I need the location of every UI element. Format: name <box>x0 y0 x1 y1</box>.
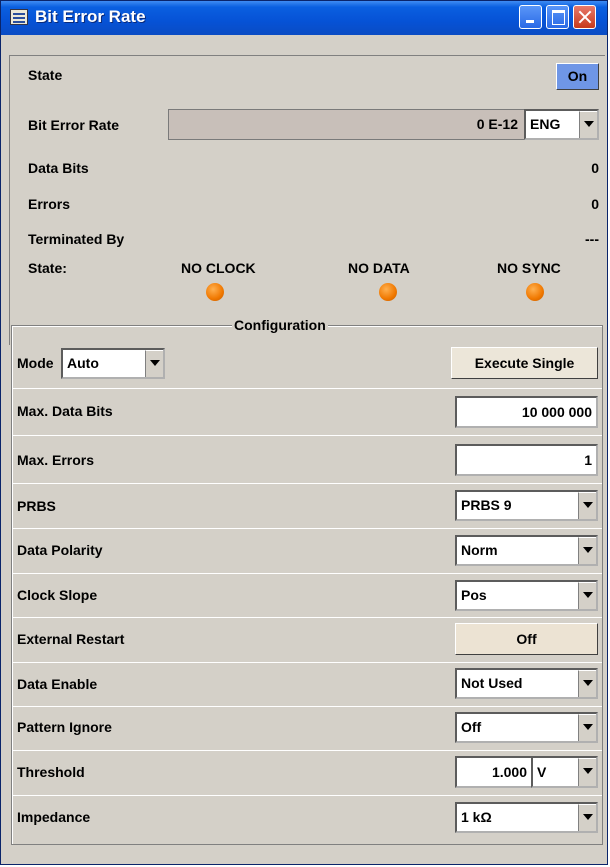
max-errors-input[interactable]: 1 <box>455 444 598 476</box>
max-errors-label: Max. Errors <box>17 452 95 468</box>
divider <box>12 573 602 574</box>
mode-select[interactable]: Auto <box>61 348 165 379</box>
data-polarity-value: Norm <box>461 542 498 558</box>
impedance-label: Impedance <box>17 809 91 825</box>
state-indicator-label: State: <box>28 260 67 276</box>
no-clock-label: NO CLOCK <box>181 260 256 276</box>
divider <box>12 795 602 796</box>
pattern-ignore-label: Pattern Ignore <box>17 719 112 735</box>
divider <box>12 706 602 707</box>
title-bar[interactable]: Bit Error Rate <box>1 1 607 35</box>
clock-slope-label: Clock Slope <box>17 587 98 603</box>
chevron-down-icon[interactable] <box>578 714 596 741</box>
bit-error-rate-label: Bit Error Rate <box>28 117 120 133</box>
data-polarity-label: Data Polarity <box>17 542 103 558</box>
prbs-select[interactable]: PRBS 9 <box>455 490 598 521</box>
no-sync-indicator-icon <box>526 283 544 301</box>
chevron-down-icon[interactable] <box>578 758 596 786</box>
threshold-unit-select[interactable]: V <box>531 756 598 788</box>
terminated-by-value: --- <box>585 231 599 247</box>
clock-slope-value: Pos <box>461 587 487 603</box>
window-title: Bit Error Rate <box>35 7 146 26</box>
threshold-label: Threshold <box>17 764 85 780</box>
prbs-value: PRBS 9 <box>461 497 512 513</box>
divider <box>12 435 602 436</box>
data-enable-label: Data Enable <box>17 676 98 692</box>
chevron-down-icon[interactable] <box>578 582 596 609</box>
mode-value: Auto <box>67 355 99 371</box>
state-on-button[interactable]: On <box>556 63 599 90</box>
external-restart-label: External Restart <box>17 631 125 647</box>
no-data-label: NO DATA <box>348 260 410 276</box>
errors-value: 0 <box>591 196 599 212</box>
chevron-down-icon[interactable] <box>578 492 596 519</box>
no-clock-indicator-icon <box>206 283 224 301</box>
minimize-button[interactable] <box>519 5 542 29</box>
data-bits-label: Data Bits <box>28 160 89 176</box>
data-enable-value: Not Used <box>461 675 523 691</box>
divider <box>12 617 602 618</box>
bit-error-rate-window: Bit Error Rate State On Bit Error Rate 0… <box>0 0 608 865</box>
no-sync-label: NO SYNC <box>497 260 561 276</box>
prbs-label: PRBS <box>17 498 56 514</box>
max-data-bits-label: Max. Data Bits <box>17 403 113 419</box>
clock-slope-select[interactable]: Pos <box>455 580 598 611</box>
chevron-down-icon[interactable] <box>578 670 596 697</box>
configuration-title: Configuration <box>232 317 328 333</box>
data-enable-select[interactable]: Not Used <box>455 668 598 699</box>
data-polarity-select[interactable]: Norm <box>455 535 598 566</box>
divider <box>12 388 602 389</box>
terminated-by-label: Terminated By <box>28 231 125 247</box>
max-data-bits-input[interactable]: 10 000 000 <box>455 396 598 428</box>
external-restart-button[interactable]: Off <box>455 623 598 655</box>
no-data-indicator-icon <box>379 283 397 301</box>
execute-single-button[interactable]: Execute Single <box>451 347 598 379</box>
divider <box>12 662 602 663</box>
chevron-down-icon[interactable] <box>579 111 597 138</box>
mode-label: Mode <box>17 355 54 371</box>
chevron-down-icon[interactable] <box>578 804 596 831</box>
data-bits-value: 0 <box>591 160 599 176</box>
maximize-button[interactable] <box>546 5 569 29</box>
close-button[interactable] <box>573 5 596 29</box>
window-icon <box>10 9 28 25</box>
pattern-ignore-value: Off <box>461 719 482 735</box>
impedance-value: 1 kΩ <box>461 809 492 825</box>
ber-unit-select[interactable]: ENG <box>524 109 599 140</box>
chevron-down-icon[interactable] <box>145 350 163 377</box>
state-label: State <box>28 67 63 83</box>
bit-error-rate-display: 0 E-12 <box>168 109 525 140</box>
divider <box>12 750 602 751</box>
ber-unit-value: ENG <box>530 116 561 132</box>
pattern-ignore-select[interactable]: Off <box>455 712 598 743</box>
divider <box>12 483 602 484</box>
divider <box>12 528 602 529</box>
chevron-down-icon[interactable] <box>578 537 596 564</box>
threshold-input[interactable]: 1.000 <box>455 756 533 788</box>
threshold-unit-value: V <box>537 764 547 780</box>
errors-label: Errors <box>28 196 71 212</box>
impedance-select[interactable]: 1 kΩ <box>455 802 598 833</box>
window-content: State On Bit Error Rate 0 E-12 ENG Data … <box>3 35 605 864</box>
